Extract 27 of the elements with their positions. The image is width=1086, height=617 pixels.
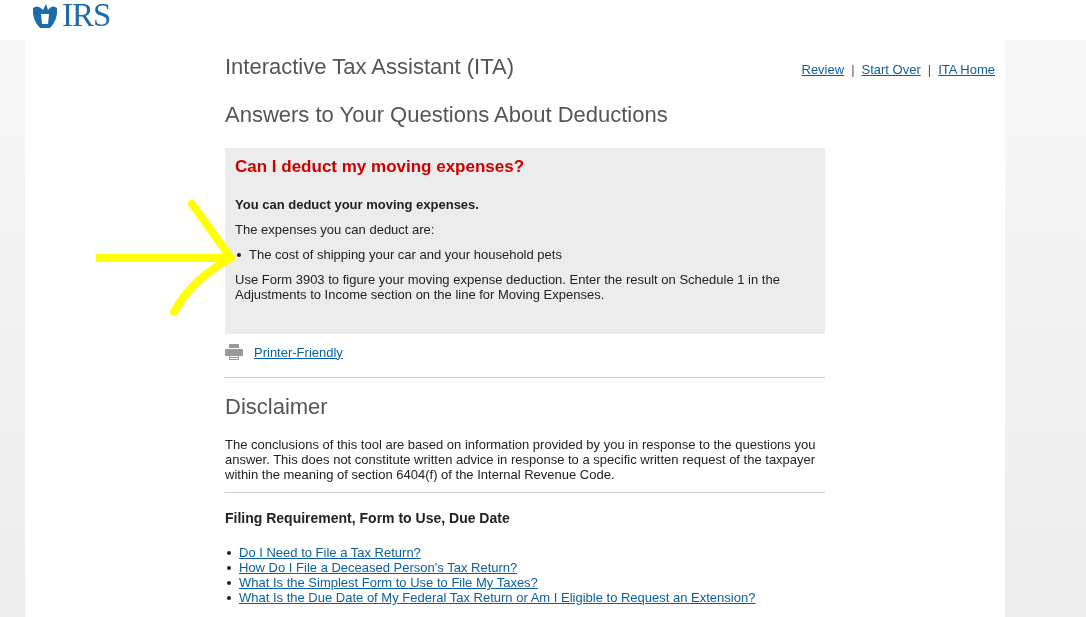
page-heading: Answers to Your Questions About Deductions — [225, 102, 669, 128]
nav-link[interactable]: Start Over — [861, 62, 921, 77]
printer-friendly-link[interactable]: Printer-Friendly — [254, 344, 343, 360]
answer-verdict: You can deduct your moving expenses. — [235, 197, 480, 212]
list-item: The cost of shipping your car and your household pets — [249, 247, 562, 262]
nav-link[interactable]: Review — [801, 62, 845, 77]
question-link[interactable]: How Do I File a Deceased Person's Tax Return? — [239, 560, 518, 575]
irs-logo-text: IRS — [62, 0, 111, 30]
disclaimer-heading: Disclaimer — [225, 394, 329, 420]
printer-icon — [225, 344, 243, 360]
link-separator: | — [851, 62, 855, 77]
bullet — [227, 550, 231, 555]
answer-note: Use Form 3903 to figure your moving expense deduction. Enter the result on Schedule 1 in the Adjustments to Income section on the line for Moving Expenses. — [235, 272, 781, 302]
page-title: Interactive Tax Assistant (ITA) — [225, 54, 514, 80]
link-separator: | — [927, 62, 932, 77]
bullet — [227, 565, 231, 570]
question-link[interactable]: What Is the Due Date of My Federal Tax Return or Am I Eligible to Request an Extension? — [239, 590, 756, 605]
section-heading: Filing Requirement, Form to Use, Due Date — [225, 510, 511, 526]
bullet — [227, 595, 231, 600]
answer-intro: The expenses you can deduct are: — [235, 222, 436, 237]
question-heading: Can I deduct my moving expenses? — [235, 157, 526, 177]
nav-link[interactable]: ITA Home — [938, 62, 995, 77]
question-link[interactable]: What Is the Simplest Form to Use to File My Taxes? — [239, 575, 538, 590]
bullet — [237, 252, 241, 257]
disclaimer-text: The conclusions of this tool are based on information provided by you in response to the questions you answer. This does not constitute written advice in response to a specific written request of the taxpayer within the meaning of section 6404(f) of the Internal Revenue Code. — [225, 437, 817, 482]
question-link[interactable]: Do I Need to File a Tax Return? — [239, 545, 421, 560]
bullet — [227, 580, 231, 585]
